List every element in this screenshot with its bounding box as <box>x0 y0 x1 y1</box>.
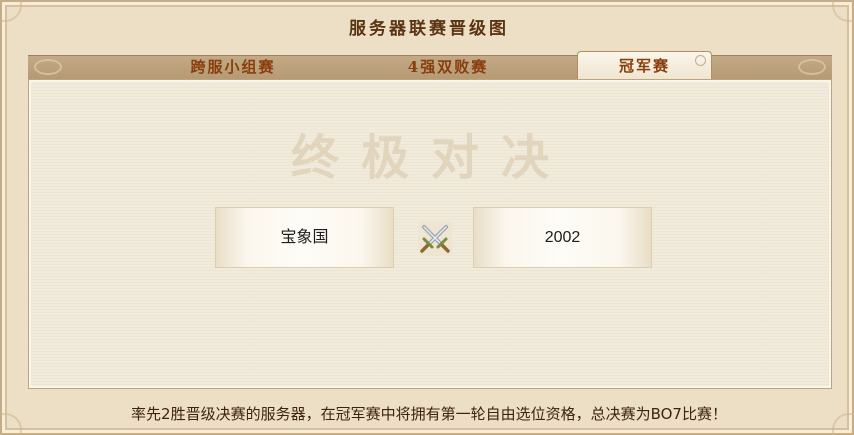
team-slot-left: 宝象国 <box>215 207 394 268</box>
crossed-swords-icon <box>418 221 452 255</box>
bracket-window: 服务器联赛晋级图 跨服小组赛 4强双败赛 冠军赛 终极对决 宝象国 2002 率… <box>0 0 854 435</box>
ornament-icon <box>695 55 706 66</box>
tab-label: 冠军赛 <box>618 57 670 75</box>
ornament-icon <box>798 59 826 75</box>
tab-cross-server-group[interactable]: 跨服小组赛 <box>168 56 298 80</box>
window-title: 服务器联赛晋级图 <box>349 19 509 39</box>
panel-heading: 终极对决 <box>290 130 571 186</box>
tab-bar: 跨服小组赛 4强双败赛 冠军赛 <box>28 51 832 80</box>
tab-championship[interactable]: 冠军赛 <box>577 51 712 80</box>
team-slot-right: 2002 <box>473 207 652 268</box>
ornament-icon <box>34 59 62 75</box>
championship-panel: 终极对决 宝象国 2002 <box>28 79 832 389</box>
rules-note: 率先2胜晋级决赛的服务器，在冠军赛中将拥有第一轮自由选位资格，总决赛为BO7比赛… <box>131 405 727 423</box>
tab-top4-double-elimination[interactable]: 4强双败赛 <box>383 56 513 80</box>
